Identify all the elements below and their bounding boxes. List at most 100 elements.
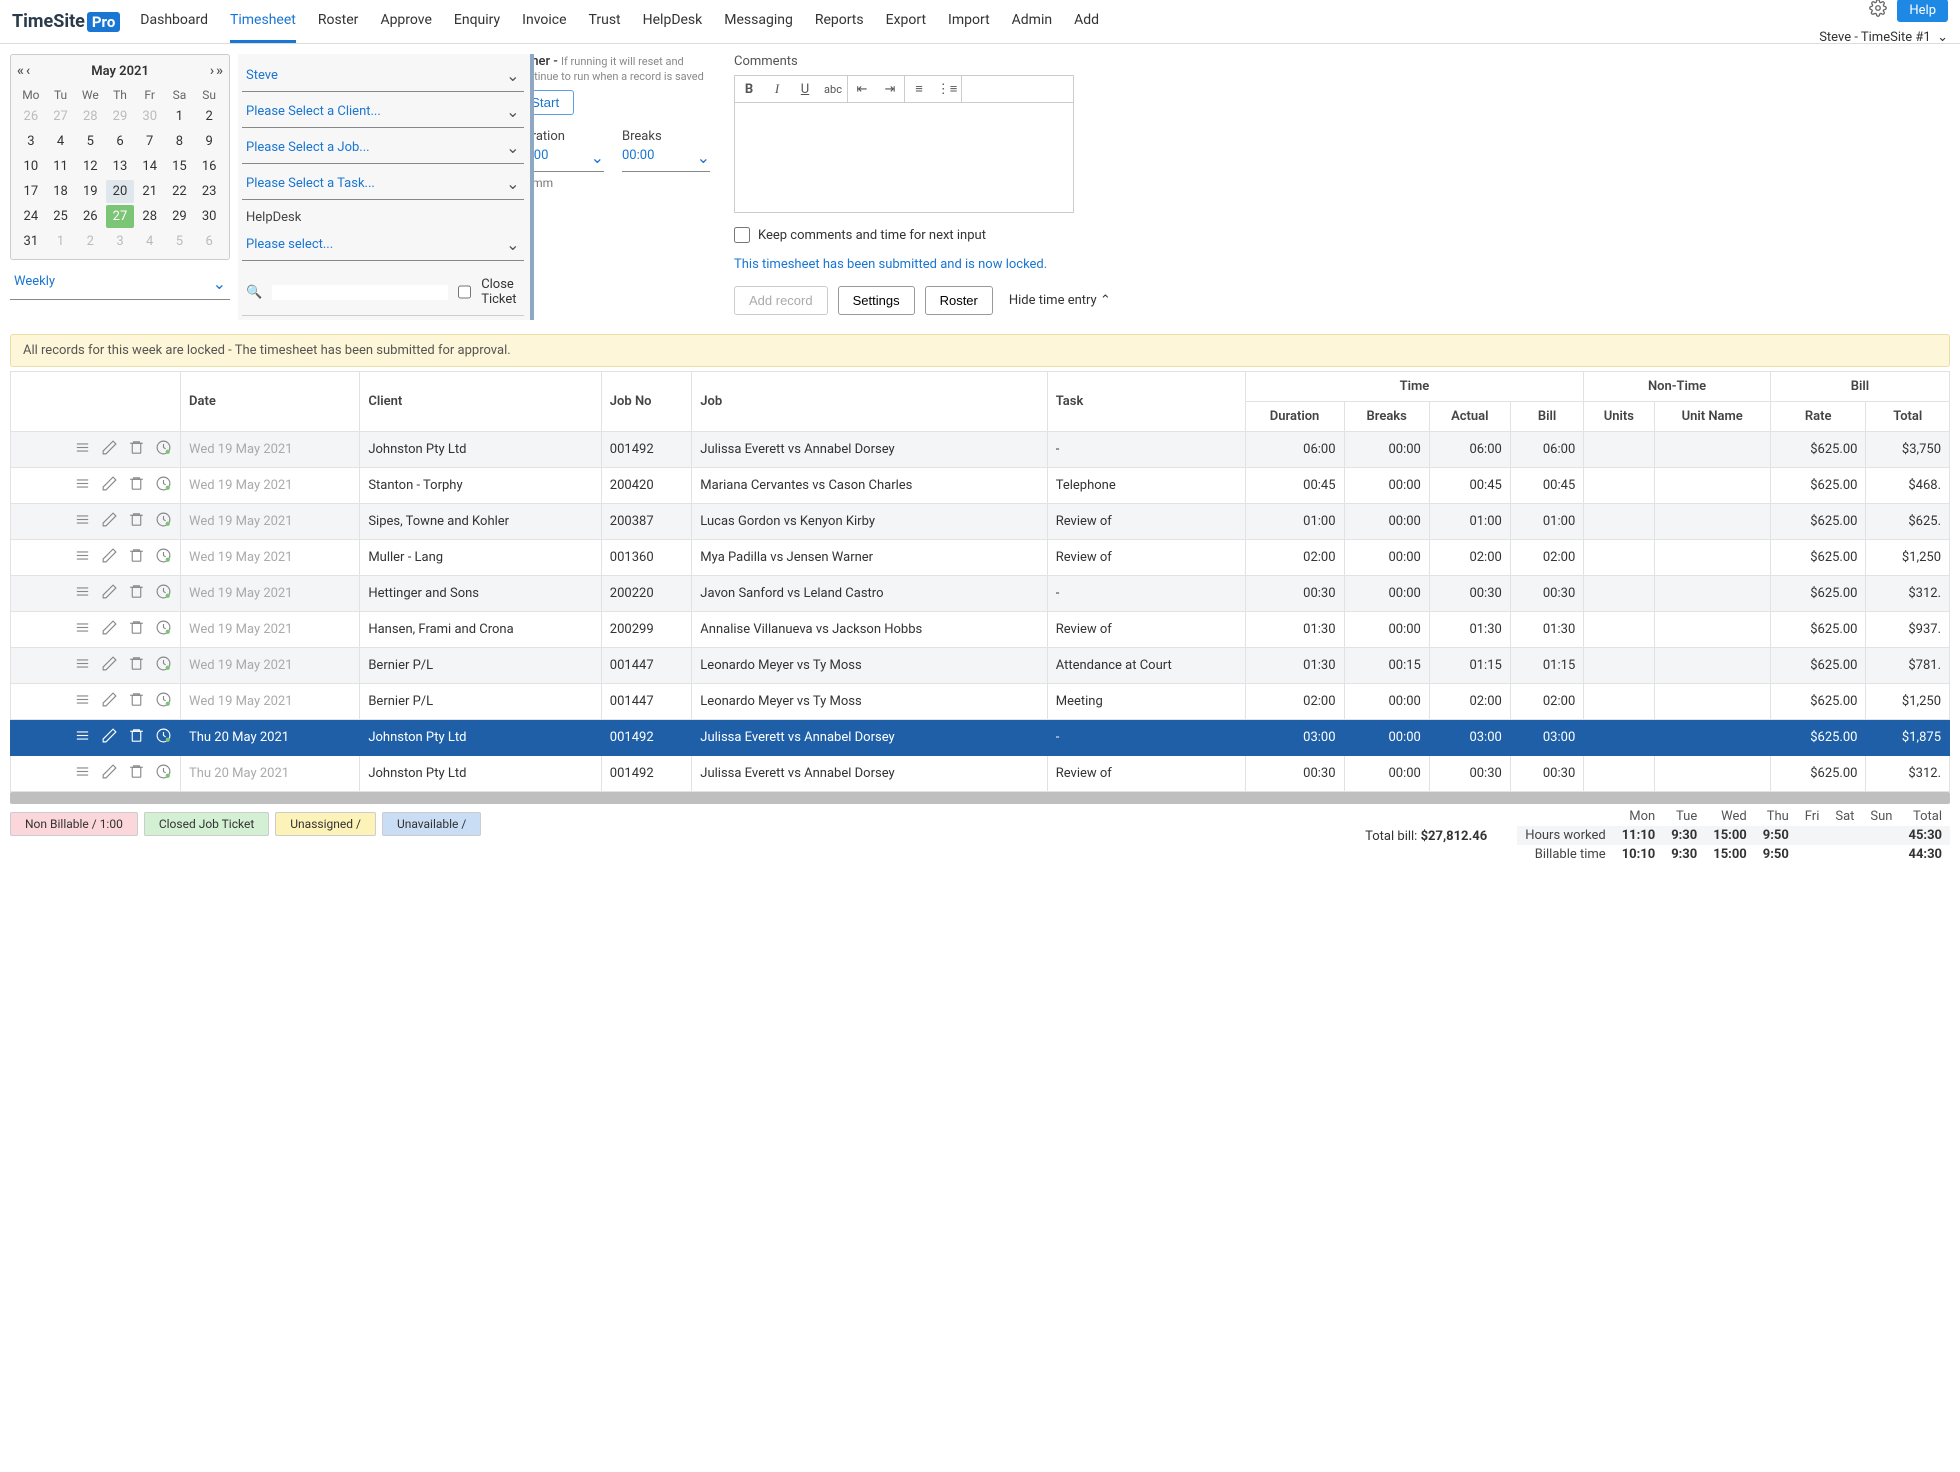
table-row[interactable]: Wed 19 May 2021Bernier P/L001447Leonardo… [11, 684, 1950, 720]
cal-day[interactable]: 6 [195, 230, 223, 253]
delete-icon[interactable] [128, 691, 145, 712]
nav-roster[interactable]: Roster [318, 0, 359, 43]
delete-icon[interactable] [128, 763, 145, 784]
cal-day[interactable]: 22 [166, 180, 194, 203]
drag-handle-icon[interactable] [74, 439, 91, 460]
edit-icon[interactable] [101, 691, 118, 712]
edit-icon[interactable] [101, 439, 118, 460]
drag-handle-icon[interactable] [74, 583, 91, 604]
hide-time-entry[interactable]: Hide time entry ⌃ [1009, 293, 1111, 308]
cal-day[interactable]: 30 [136, 105, 164, 128]
drag-handle-icon[interactable] [74, 475, 91, 496]
task-select[interactable]: Please Select a Task...⌄ [242, 166, 524, 200]
client-select[interactable]: Please Select a Client...⌄ [242, 94, 524, 128]
help-button[interactable]: Help [1897, 0, 1948, 22]
col-date[interactable]: Date [181, 372, 360, 432]
cal-day[interactable]: 1 [166, 105, 194, 128]
gear-icon[interactable] [1869, 0, 1887, 21]
clock-icon[interactable] [155, 547, 172, 568]
cal-day[interactable]: 2 [195, 105, 223, 128]
clock-icon[interactable] [155, 691, 172, 712]
table-row[interactable]: Thu 20 May 2021Johnston Pty Ltd001492Jul… [11, 756, 1950, 792]
col-units[interactable]: Units [1584, 402, 1654, 432]
drag-handle-icon[interactable] [74, 619, 91, 640]
underline-button[interactable]: U [791, 76, 819, 102]
horizontal-scrollbar[interactable] [10, 792, 1950, 804]
col-client[interactable]: Client [360, 372, 601, 432]
col-breaks[interactable]: Breaks [1344, 402, 1429, 432]
col-total[interactable]: Total [1866, 402, 1950, 432]
nav-invoice[interactable]: Invoice [522, 0, 566, 43]
strike-button[interactable]: abc [819, 76, 847, 102]
nav-export[interactable]: Export [886, 0, 926, 43]
drag-handle-icon[interactable] [74, 691, 91, 712]
clock-icon[interactable] [155, 655, 172, 676]
cal-day[interactable]: 28 [136, 205, 164, 228]
view-mode-select[interactable]: Weekly⌄ [10, 268, 230, 300]
outdent-button[interactable]: ⇤ [848, 76, 876, 102]
clock-icon[interactable] [155, 475, 172, 496]
cal-day[interactable]: 26 [17, 105, 45, 128]
cal-day[interactable]: 11 [47, 155, 75, 178]
helpdesk-select[interactable]: Please select...⌄ [242, 227, 524, 261]
col-bill[interactable]: Bill [1510, 402, 1583, 432]
cal-day[interactable]: 21 [136, 180, 164, 203]
cal-day[interactable]: 31 [17, 230, 45, 253]
cal-day[interactable]: 8 [166, 130, 194, 153]
cal-day[interactable]: 4 [136, 230, 164, 253]
col-task[interactable]: Task [1047, 372, 1245, 432]
ordered-list-button[interactable]: ≡ [905, 76, 933, 102]
nav-timesheet[interactable]: Timesheet [230, 0, 296, 43]
nav-reports[interactable]: Reports [815, 0, 864, 43]
nav-helpdesk[interactable]: HelpDesk [643, 0, 703, 43]
col-unitname[interactable]: Unit Name [1654, 402, 1770, 432]
breaks-select[interactable]: 00:00⌄ [622, 144, 710, 172]
cal-day[interactable]: 5 [76, 130, 104, 153]
nav-approve[interactable]: Approve [380, 0, 431, 43]
edit-icon[interactable] [101, 763, 118, 784]
drag-handle-icon[interactable] [74, 547, 91, 568]
delete-icon[interactable] [128, 583, 145, 604]
cal-day[interactable]: 14 [136, 155, 164, 178]
col-job[interactable]: Job [692, 372, 1047, 432]
cal-day[interactable]: 7 [136, 130, 164, 153]
drag-handle-icon[interactable] [74, 763, 91, 784]
table-row[interactable]: Wed 19 May 2021Hansen, Frami and Crona20… [11, 612, 1950, 648]
table-row[interactable]: Wed 19 May 2021Hettinger and Sons200220J… [11, 576, 1950, 612]
delete-icon[interactable] [128, 547, 145, 568]
comments-input[interactable] [734, 103, 1074, 213]
user-select[interactable]: Steve⌄ [242, 58, 524, 92]
cal-next-year-icon[interactable]: » [216, 63, 223, 79]
cal-day[interactable]: 10 [17, 155, 45, 178]
search-icon[interactable]: 🔍 [246, 285, 262, 300]
table-row[interactable]: Thu 20 May 2021Johnston Pty Ltd001492Jul… [11, 720, 1950, 756]
cal-prev-month-icon[interactable]: ‹ [26, 63, 30, 79]
nav-admin[interactable]: Admin [1012, 0, 1052, 43]
col-rate[interactable]: Rate [1770, 402, 1866, 432]
col-actual[interactable]: Actual [1429, 402, 1510, 432]
job-select[interactable]: Please Select a Job...⌄ [242, 130, 524, 164]
cal-day[interactable]: 18 [47, 180, 75, 203]
delete-icon[interactable] [128, 439, 145, 460]
nav-dashboard[interactable]: Dashboard [140, 0, 208, 43]
clock-icon[interactable] [155, 511, 172, 532]
table-row[interactable]: Wed 19 May 2021Bernier P/L001447Leonardo… [11, 648, 1950, 684]
edit-icon[interactable] [101, 583, 118, 604]
unordered-list-button[interactable]: ⋮≡ [933, 76, 961, 102]
cal-day[interactable]: 16 [195, 155, 223, 178]
cal-day[interactable]: 30 [195, 205, 223, 228]
cal-day[interactable]: 2 [76, 230, 104, 253]
cal-day[interactable]: 3 [106, 230, 134, 253]
clock-icon[interactable] [155, 727, 172, 748]
drag-handle-icon[interactable] [74, 511, 91, 532]
cal-day[interactable]: 4 [47, 130, 75, 153]
italic-button[interactable]: I [763, 76, 791, 102]
col-duration[interactable]: Duration [1245, 402, 1344, 432]
cal-day[interactable]: 27 [106, 205, 134, 228]
cal-day[interactable]: 19 [76, 180, 104, 203]
delete-icon[interactable] [128, 619, 145, 640]
table-row[interactable]: Wed 19 May 2021Sipes, Towne and Kohler20… [11, 504, 1950, 540]
delete-icon[interactable] [128, 475, 145, 496]
cal-day[interactable]: 23 [195, 180, 223, 203]
indent-button[interactable]: ⇥ [876, 76, 904, 102]
